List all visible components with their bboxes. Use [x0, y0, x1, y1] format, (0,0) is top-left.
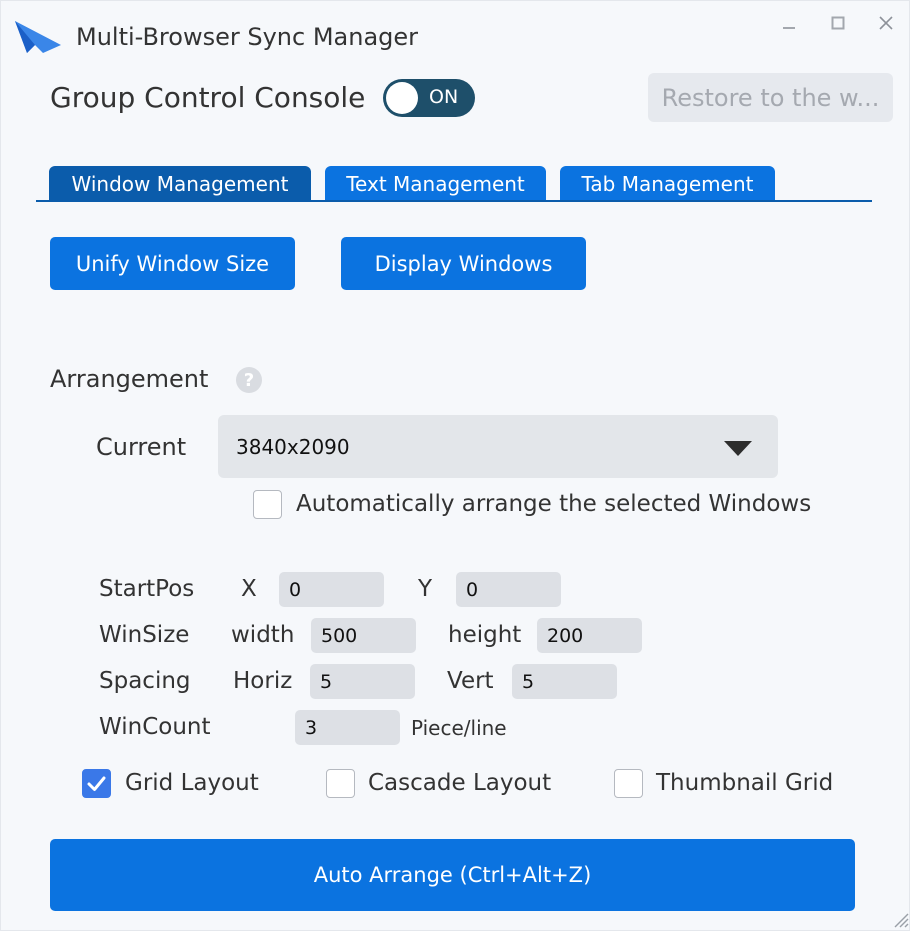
- auto-arrange-checkbox[interactable]: [253, 490, 282, 519]
- app-window: Multi-Browser Sync Manager Group Control…: [0, 0, 910, 931]
- tab-text-management[interactable]: Text Management: [325, 166, 546, 201]
- current-label: Current: [96, 433, 187, 461]
- tab-underline: [36, 200, 872, 202]
- resolution-select[interactable]: 3840x2090: [218, 415, 778, 478]
- winsize-label: WinSize: [99, 622, 190, 648]
- startpos-y-label: Y: [418, 576, 433, 602]
- spacing-horiz-label: Horiz: [233, 668, 293, 694]
- wincount-input[interactable]: [295, 710, 400, 745]
- toggle-label: ON: [429, 86, 459, 108]
- help-icon[interactable]: ?: [236, 367, 262, 393]
- wincount-unit: Piece/line: [411, 716, 507, 740]
- tab-window-management[interactable]: Window Management: [49, 166, 311, 201]
- app-logo-icon: [15, 21, 61, 53]
- winsize-width-input[interactable]: [311, 618, 416, 653]
- unify-window-size-button[interactable]: Unify Window Size: [50, 237, 295, 290]
- startpos-y-input[interactable]: [456, 572, 561, 607]
- caret-down-icon: [724, 441, 752, 456]
- auto-arrange-label: Automatically arrange the selected Windo…: [296, 491, 812, 517]
- wincount-label: WinCount: [99, 714, 211, 740]
- spacing-vert-label: Vert: [447, 668, 494, 694]
- thumbnail-grid-label: Thumbnail Grid: [656, 770, 834, 796]
- spacing-vert-input[interactable]: [512, 664, 617, 699]
- cascade-layout-label: Cascade Layout: [368, 770, 552, 796]
- console-toggle[interactable]: ON: [383, 79, 475, 117]
- maximize-button[interactable]: [823, 9, 853, 37]
- spacing-horiz-input[interactable]: [310, 664, 415, 699]
- app-title: Multi-Browser Sync Manager: [76, 23, 419, 51]
- tab-tab-management[interactable]: Tab Management: [560, 166, 775, 201]
- toggle-knob: [386, 82, 418, 114]
- checkmark-icon: [87, 776, 105, 791]
- startpos-label: StartPos: [99, 576, 195, 602]
- grid-layout-checkbox[interactable]: [82, 769, 111, 798]
- console-title: Group Control Console: [50, 81, 366, 114]
- grid-layout-label: Grid Layout: [125, 770, 259, 796]
- resolution-select-value: 3840x2090: [236, 435, 350, 459]
- cascade-layout-checkbox[interactable]: [326, 769, 355, 798]
- close-icon: [879, 16, 893, 30]
- auto-arrange-button[interactable]: Auto Arrange (Ctrl+Alt+Z): [50, 839, 855, 911]
- winsize-height-input[interactable]: [537, 618, 642, 653]
- maximize-icon: [831, 16, 845, 30]
- resize-grip-icon[interactable]: [887, 906, 909, 928]
- restore-button[interactable]: Restore to the w...: [648, 73, 893, 122]
- spacing-label: Spacing: [99, 668, 191, 694]
- startpos-x-label: X: [241, 576, 257, 602]
- winsize-width-label: width: [231, 622, 295, 648]
- arrangement-label: Arrangement: [50, 365, 209, 393]
- thumbnail-grid-checkbox[interactable]: [614, 769, 643, 798]
- close-button[interactable]: [871, 9, 901, 37]
- display-windows-button[interactable]: Display Windows: [341, 237, 586, 290]
- startpos-x-input[interactable]: [279, 572, 384, 607]
- minimize-icon: [783, 27, 795, 29]
- winsize-height-label: height: [448, 622, 522, 648]
- minimize-button[interactable]: [774, 9, 804, 37]
